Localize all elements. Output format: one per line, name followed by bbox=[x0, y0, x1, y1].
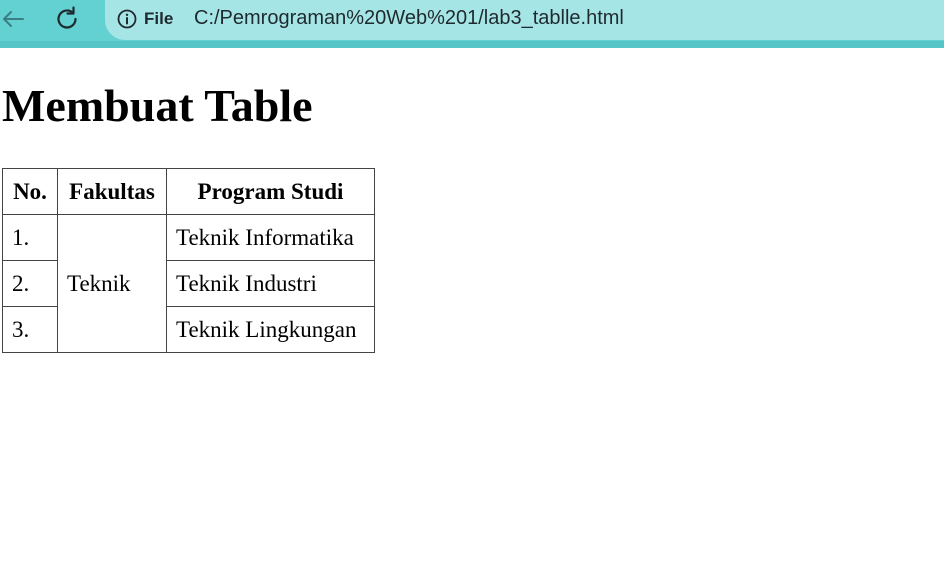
table-row: 1. Teknik Teknik Informatika bbox=[2, 214, 375, 353]
toolbar-divider bbox=[0, 41, 944, 48]
arrow-left-icon bbox=[3, 11, 24, 27]
page-content: Membuat Table No. Fakultas Program Studi… bbox=[0, 48, 944, 588]
reload-button[interactable] bbox=[52, 4, 82, 34]
header-fakultas: Fakultas bbox=[57, 168, 167, 215]
info-circle-icon bbox=[117, 9, 137, 29]
cell-program-studi: Teknik Lingkungan bbox=[166, 306, 375, 353]
header-program-studi: Program Studi bbox=[166, 168, 375, 215]
site-info-button[interactable]: File bbox=[116, 6, 173, 32]
cell-no: 1. bbox=[2, 214, 58, 261]
cell-no: 2. bbox=[2, 260, 58, 307]
page-title: Membuat Table bbox=[2, 80, 313, 131]
cell-program-studi: Teknik Industri bbox=[166, 260, 375, 307]
reload-icon bbox=[57, 6, 77, 29]
site-info-label: File bbox=[144, 9, 174, 28]
cell-no: 3. bbox=[2, 306, 58, 353]
header-no: No. bbox=[2, 168, 58, 215]
table-header-row: No. Fakultas Program Studi bbox=[2, 168, 375, 215]
url-text[interactable]: C:/Pemrograman%20Web%201/lab3_tablle.htm… bbox=[194, 7, 624, 30]
back-button[interactable] bbox=[0, 4, 29, 34]
cell-program-studi: Teknik Informatika bbox=[166, 214, 375, 261]
data-table: No. Fakultas Program Studi 1. Teknik Tek… bbox=[2, 168, 375, 353]
cell-fakultas: Teknik bbox=[57, 214, 167, 353]
